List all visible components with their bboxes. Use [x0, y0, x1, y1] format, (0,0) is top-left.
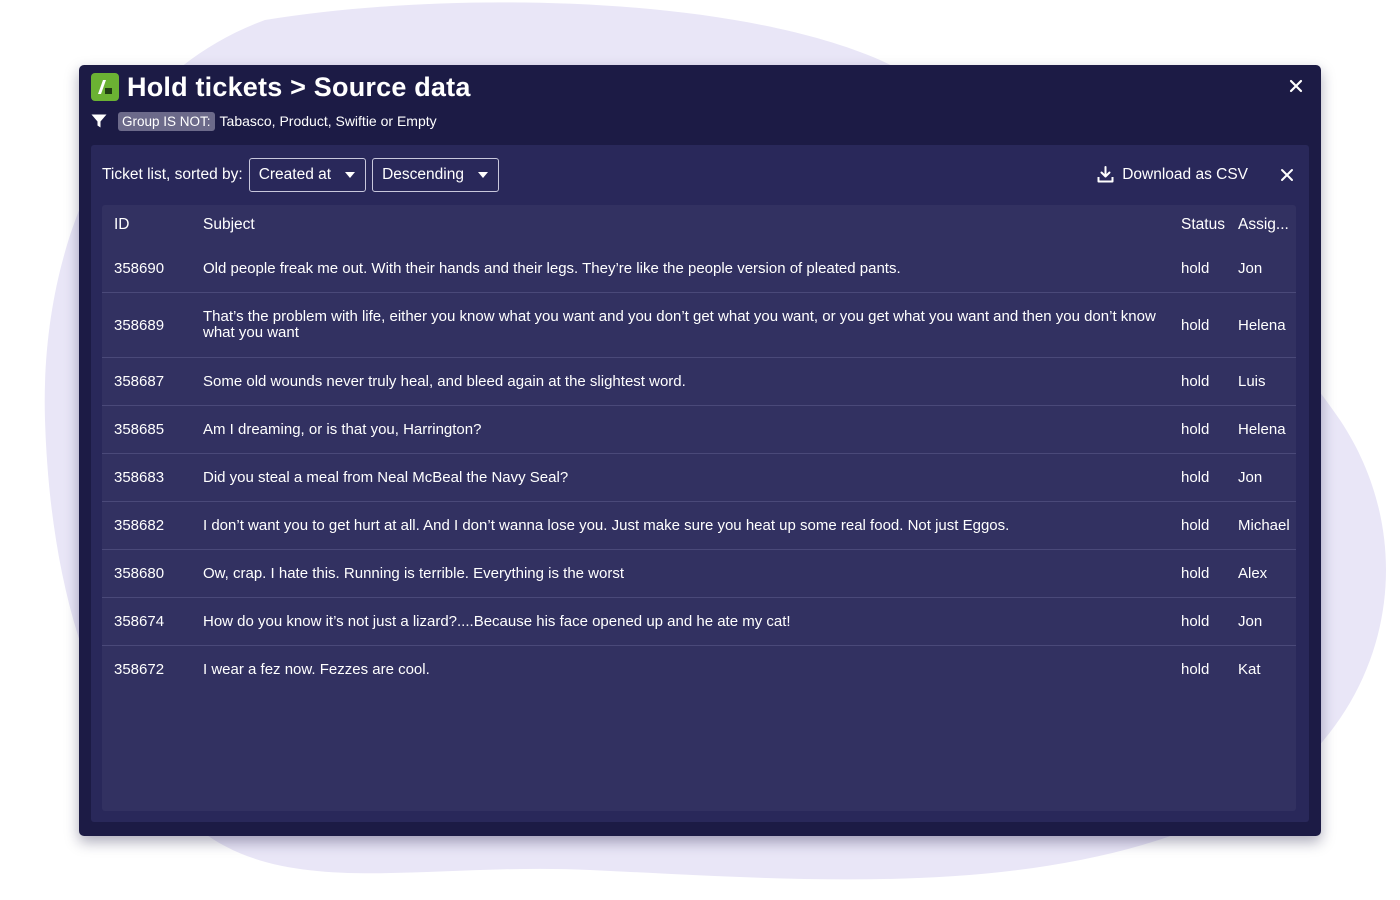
table-row[interactable]: 358680 Ow, crap. I hate this. Running is… — [102, 549, 1296, 598]
ticket-assignee: Michael — [1238, 501, 1296, 550]
ticket-status: hold — [1181, 549, 1238, 598]
ticket-subject: I wear a fez now. Fezzes are cool. — [203, 660, 430, 678]
ticket-assignee: Kat — [1238, 661, 1261, 678]
ticket-subject: Am I dreaming, or is that you, Harringto… — [203, 405, 1181, 454]
table-row[interactable]: 358685 Am I dreaming, or is that you, Ha… — [102, 405, 1296, 454]
table-header-row: ID Subject Status Assig... — [102, 205, 1296, 245]
ticket-list-toolbar: Ticket list, sorted by: Created at Desce… — [102, 156, 1298, 193]
page-title: Hold tickets > Source data — [127, 71, 471, 102]
report-window: Hold tickets > Source data Group IS NOT:… — [79, 65, 1321, 836]
ticket-status: hold — [1181, 245, 1238, 293]
table-row[interactable]: 358687 Some old wounds never truly heal,… — [102, 357, 1296, 406]
filter-value: Tabasco, Product, Swiftie or Empty — [219, 113, 437, 129]
ticket-assignee: Jon — [1238, 597, 1296, 646]
sort-order-select[interactable]: Descending — [372, 157, 499, 192]
ticket-subject: Some old wounds never truly heal, and bl… — [203, 357, 1181, 406]
table-row[interactable]: 358672 I wear a fez now. Fezzes are cool… — [102, 646, 1296, 694]
ticket-status: hold — [1181, 292, 1238, 358]
close-window-button[interactable] — [1285, 75, 1307, 97]
ticket-id: 358682 — [102, 501, 203, 550]
sort-order-value: Descending — [382, 165, 464, 183]
ticket-id: 358672 — [114, 661, 165, 678]
column-header-assignee[interactable]: Assig... — [1238, 205, 1296, 245]
app-logo-icon — [91, 73, 119, 101]
table-row[interactable]: 358690 Old people freak me out. With the… — [102, 245, 1296, 293]
download-icon — [1097, 166, 1114, 183]
ticket-status: hold — [1181, 453, 1238, 502]
download-csv-button[interactable]: Download as CSV — [1097, 166, 1248, 184]
download-csv-label: Download as CSV — [1122, 165, 1248, 183]
sort-label: Ticket list, sorted by: — [102, 165, 243, 183]
close-icon — [1289, 79, 1303, 93]
filter-condition-badge: Group IS NOT: — [118, 111, 215, 131]
ticket-assignee: Helena — [1238, 405, 1296, 454]
close-panel-button[interactable] — [1278, 166, 1296, 184]
column-header-id[interactable]: ID — [102, 205, 203, 245]
table-row[interactable]: 358682 I don’t want you to get hurt at a… — [102, 501, 1296, 550]
ticket-status: hold — [1181, 357, 1238, 406]
column-header-subject[interactable]: Subject — [203, 205, 1181, 245]
title-bar: Hold tickets > Source data — [91, 69, 471, 105]
table-row[interactable]: 358683 Did you steal a meal from Neal Mc… — [102, 453, 1296, 502]
ticket-id: 358674 — [102, 597, 203, 646]
sort-field-select[interactable]: Created at — [248, 157, 367, 192]
ticket-id: 358687 — [102, 357, 203, 406]
column-header-status[interactable]: Status — [1181, 205, 1238, 245]
filter-row: Group IS NOT: Tabasco, Product, Swiftie … — [91, 110, 437, 132]
sort-field-value: Created at — [258, 165, 332, 183]
ticket-status: hold — [1181, 405, 1238, 454]
ticket-subject: Did you steal a meal from Neal McBeal th… — [203, 453, 1181, 502]
caret-down-icon — [345, 171, 356, 178]
table-row[interactable]: 358689 That’s the problem with life, eit… — [102, 292, 1296, 358]
ticket-table-container: ID Subject Status Assig... 358690 Old pe… — [102, 205, 1296, 811]
ticket-id: 358690 — [102, 245, 203, 293]
ticket-status: hold — [1181, 661, 1210, 678]
ticket-subject: How do you know it’s not just a lizard?.… — [203, 597, 1181, 646]
ticket-id: 358689 — [102, 292, 203, 358]
ticket-subject: I don’t want you to get hurt at all. And… — [203, 501, 1181, 550]
ticket-status: hold — [1181, 501, 1238, 550]
ticket-list-panel: Ticket list, sorted by: Created at Desce… — [91, 145, 1309, 822]
ticket-subject: Old people freak me out. With their hand… — [203, 245, 1181, 293]
ticket-assignee: Jon — [1238, 245, 1296, 293]
ticket-subject: Ow, crap. I hate this. Running is terrib… — [203, 549, 1181, 598]
ticket-assignee: Jon — [1238, 453, 1296, 502]
ticket-table: ID Subject Status Assig... 358690 Old pe… — [102, 205, 1296, 693]
caret-down-icon — [477, 171, 488, 178]
table-row[interactable]: 358674 How do you know it’s not just a l… — [102, 597, 1296, 646]
ticket-subject: That’s the problem with life, either you… — [203, 292, 1181, 358]
ticket-id: 358680 — [102, 549, 203, 598]
stage: Hold tickets > Source data Group IS NOT:… — [0, 0, 1400, 900]
ticket-assignee: Luis — [1238, 357, 1296, 406]
ticket-id: 358685 — [102, 405, 203, 454]
ticket-assignee: Alex — [1238, 549, 1296, 598]
ticket-id: 358683 — [102, 453, 203, 502]
filter-icon — [91, 114, 107, 128]
ticket-status: hold — [1181, 597, 1238, 646]
close-icon — [1281, 168, 1293, 181]
ticket-assignee: Helena — [1238, 292, 1296, 358]
